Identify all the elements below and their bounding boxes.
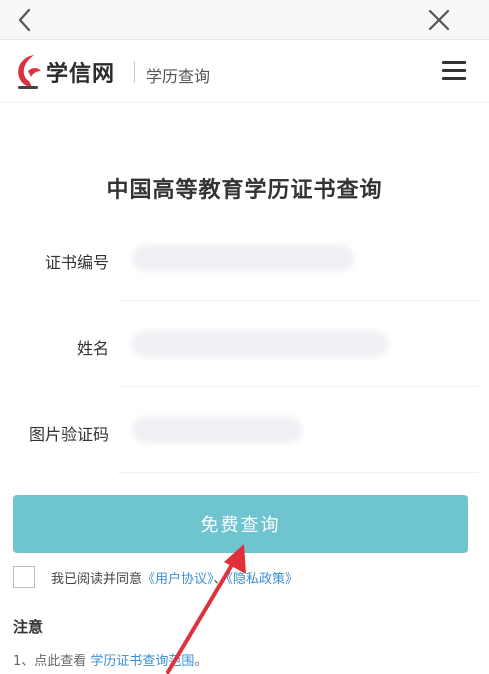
captcha-input[interactable] [132,417,302,443]
form-row-name: 姓名 [0,301,489,387]
top-bar [0,0,489,40]
page-title: 中国高等教育学历证书查询 [106,178,383,203]
logo-text[interactable]: 学信网 [46,56,115,88]
captcha-label: 图片验证码 [28,425,109,444]
logo-subtitle: 学历查询 [146,67,211,86]
close-icon[interactable] [424,5,454,35]
menu-icon[interactable] [442,61,466,83]
form-row-certificate: 证书编号 [0,215,489,301]
annotation-arrow-icon [166,544,246,674]
back-arrow-icon[interactable] [10,5,40,35]
agree-prefix: 我已阅读并同意 [51,572,143,587]
name-label: 姓名 [76,339,109,358]
notice-prefix: 1、点此查看 [13,654,87,669]
name-input[interactable] [132,331,388,357]
certificate-number-input[interactable] [132,245,354,271]
divider [118,472,479,473]
notice-title: 注意 [13,618,44,636]
site-header: 学信网 学历查询 [0,41,489,103]
form-row-captcha: 图片验证码 [0,387,489,473]
logo-divider [134,61,135,83]
xuexin-logo-icon[interactable] [12,53,44,91]
agree-checkbox[interactable] [13,566,35,588]
certificate-number-label: 证书编号 [44,253,109,272]
